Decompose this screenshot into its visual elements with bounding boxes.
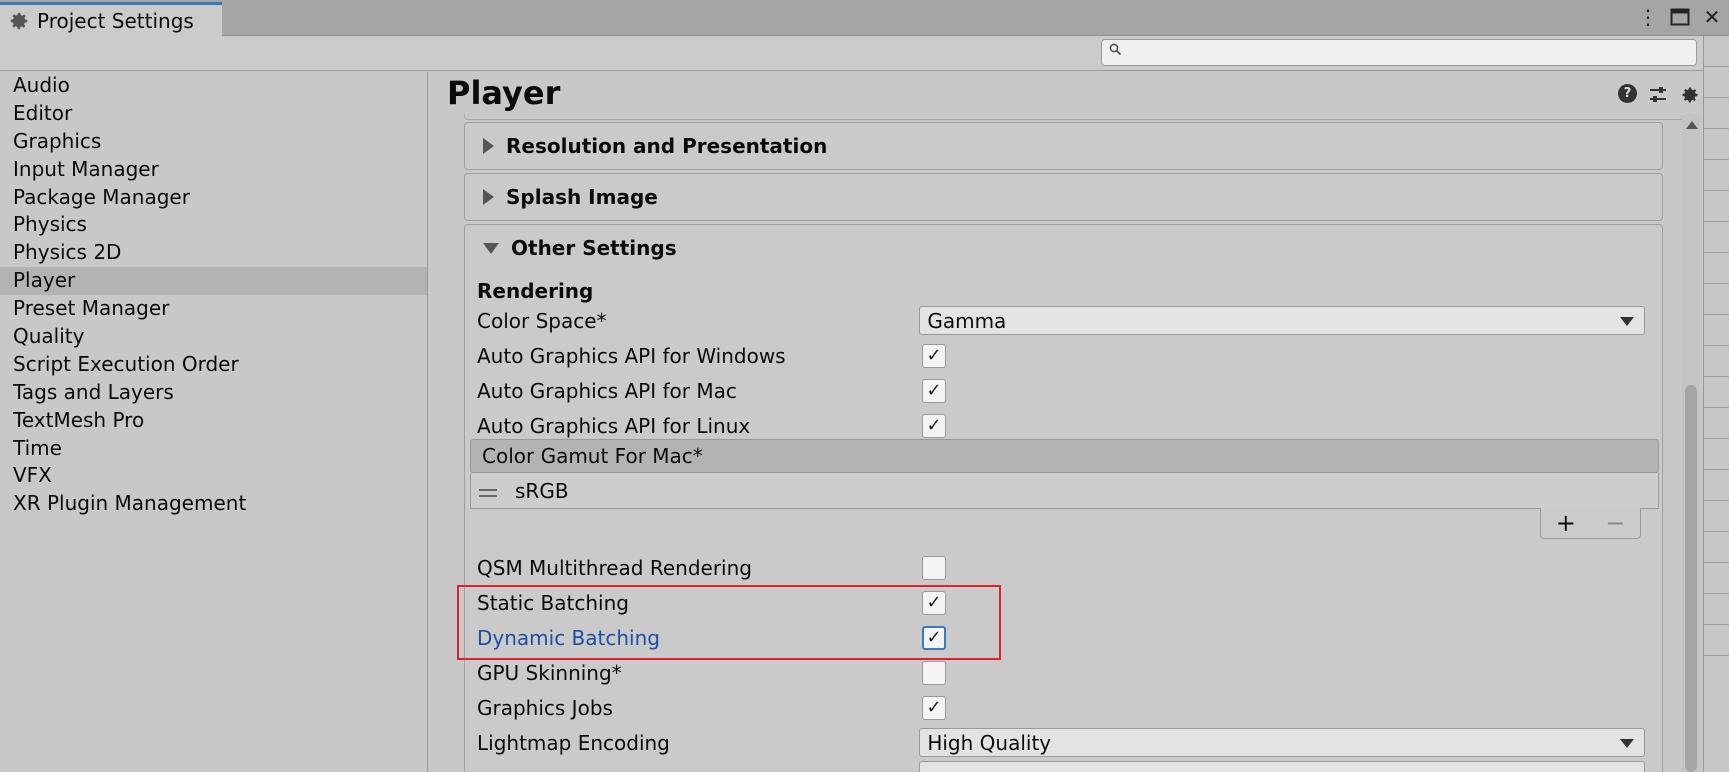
drag-handle-icon[interactable] [479, 488, 497, 497]
settings-sidebar: Audio Editor Graphics Input Manager Pack… [0, 72, 428, 772]
add-item-button[interactable]: + [1556, 509, 1576, 537]
qsm-multithread-row: QSM Multithread Rendering [477, 550, 1645, 585]
kebab-menu-icon[interactable]: ⋮ [1637, 5, 1659, 29]
sidebar-item-package-manager[interactable]: Package Manager [0, 184, 427, 212]
tab-title: Project Settings [37, 8, 194, 33]
other-settings-header[interactable]: Other Settings [465, 225, 1662, 271]
page-title: Player [447, 74, 561, 112]
search-input[interactable] [1101, 39, 1697, 66]
foldout-expanded-arrow-icon [483, 242, 499, 254]
rendering-section-title: Rendering [477, 279, 594, 303]
auto-graphics-linux-row: Auto Graphics API for Linux ✓ [477, 408, 1645, 443]
partial-next-row [477, 761, 1645, 772]
tab-project-settings[interactable]: Project Settings [0, 2, 222, 36]
help-icon[interactable]: ? [1618, 84, 1637, 103]
sidebar-item-physics-2d[interactable]: Physics 2D [0, 239, 427, 267]
sidebar-item-graphics[interactable]: Graphics [0, 128, 427, 156]
auto-graphics-mac-label: Auto Graphics API for Mac [477, 378, 737, 403]
foldout-label: Other Settings [511, 236, 677, 260]
settings-toolbar [0, 36, 1729, 71]
sidebar-item-tags-and-layers[interactable]: Tags and Layers [0, 379, 427, 407]
sidebar-item-audio[interactable]: Audio [0, 72, 427, 100]
color-gamut-label: Color Gamut For Mac* [482, 444, 703, 468]
color-space-dropdown[interactable]: Gamma [919, 306, 1645, 335]
color-space-row: Color Space* Gamma [477, 303, 1645, 338]
color-gamut-item-label: sRGB [515, 478, 569, 503]
sidebar-item-script-execution-order[interactable]: Script Execution Order [0, 351, 427, 379]
sidebar-item-editor[interactable]: Editor [0, 100, 427, 128]
sidebar-item-input-manager[interactable]: Input Manager [0, 156, 427, 184]
foldout-collapsed-arrow-icon [483, 189, 494, 205]
sidebar-item-physics[interactable]: Physics [0, 211, 427, 239]
sidebar-item-quality[interactable]: Quality [0, 323, 427, 351]
gpu-skinning-row: GPU Skinning* [477, 655, 1645, 690]
graphics-jobs-checkbox[interactable]: ✓ [922, 695, 946, 720]
foldout-splash-image[interactable]: Splash Image [464, 173, 1663, 221]
close-icon[interactable]: ✕ [1701, 5, 1723, 29]
lightmap-encoding-value: High Quality [927, 730, 1052, 755]
next-dropdown-partial[interactable] [919, 761, 1645, 772]
color-gamut-list-header: Color Gamut For Mac* [470, 439, 1659, 473]
sidebar-item-textmesh-pro[interactable]: TextMesh Pro [0, 407, 427, 435]
foldout-label: Resolution and Presentation [506, 134, 828, 158]
color-gamut-list-footer: + − [1540, 508, 1641, 539]
color-space-value: Gamma [927, 308, 1007, 333]
auto-graphics-windows-checkbox[interactable]: ✓ [922, 343, 946, 368]
graphics-jobs-row: Graphics Jobs ✓ [477, 690, 1645, 725]
dropdown-caret-icon [1620, 317, 1634, 326]
foldout-label: Splash Image [506, 185, 658, 209]
auto-graphics-mac-row: Auto Graphics API for Mac ✓ [477, 373, 1645, 408]
sidebar-item-player[interactable]: Player [0, 267, 427, 296]
lightmap-encoding-dropdown[interactable]: High Quality [919, 728, 1645, 757]
scrollbar-thumb[interactable] [1685, 385, 1697, 772]
foldout-other-settings: Other Settings Rendering Color Space* Ga… [464, 224, 1663, 772]
auto-graphics-windows-row: Auto Graphics API for Windows ✓ [477, 338, 1645, 373]
auto-graphics-linux-label: Auto Graphics API for Linux [477, 413, 751, 438]
auto-graphics-mac-checkbox[interactable]: ✓ [922, 378, 946, 403]
gear-icon [10, 12, 28, 29]
gpu-skinning-label: GPU Skinning* [477, 660, 622, 685]
qsm-multithread-label: QSM Multithread Rendering [477, 555, 752, 580]
qsm-multithread-checkbox[interactable] [922, 555, 946, 580]
foldout-collapsed-arrow-icon [483, 138, 494, 154]
lightmap-encoding-row: Lightmap Encoding High Quality [477, 725, 1645, 760]
maximize-icon[interactable] [1669, 6, 1691, 28]
sidebar-item-xr-plugin-management[interactable]: XR Plugin Management [0, 490, 427, 518]
sidebar-item-time[interactable]: Time [0, 435, 427, 463]
gpu-skinning-checkbox[interactable] [922, 660, 946, 685]
remove-item-button[interactable]: − [1605, 509, 1625, 537]
color-space-label: Color Space* [477, 308, 607, 333]
highlight-box-batching [457, 585, 1001, 660]
dropdown-caret-icon [1620, 739, 1634, 748]
preset-sliders-icon[interactable] [1647, 84, 1669, 106]
player-settings-panel: Player ? Resolution and Presentation Spl… [429, 72, 1701, 772]
lightmap-encoding-label: Lightmap Encoding [477, 730, 670, 755]
adjacent-panel-edge [1703, 36, 1729, 772]
sidebar-item-vfx[interactable]: VFX [0, 462, 427, 490]
settings-gear-icon[interactable] [1679, 84, 1701, 106]
foldout-resolution-presentation[interactable]: Resolution and Presentation [464, 122, 1663, 170]
vertical-scrollbar[interactable] [1682, 115, 1700, 772]
search-icon [1109, 43, 1122, 60]
graphics-jobs-label: Graphics Jobs [477, 695, 613, 720]
scroll-up-arrow-icon[interactable] [1686, 121, 1698, 129]
auto-graphics-windows-label: Auto Graphics API for Windows [477, 343, 786, 368]
color-gamut-list-item[interactable]: sRGB [470, 473, 1659, 509]
section-divider [464, 114, 1690, 120]
auto-graphics-linux-checkbox[interactable]: ✓ [922, 413, 946, 438]
window-titlebar: Project Settings ⋮ ✕ [0, 0, 1729, 36]
sidebar-item-preset-manager[interactable]: Preset Manager [0, 295, 427, 323]
